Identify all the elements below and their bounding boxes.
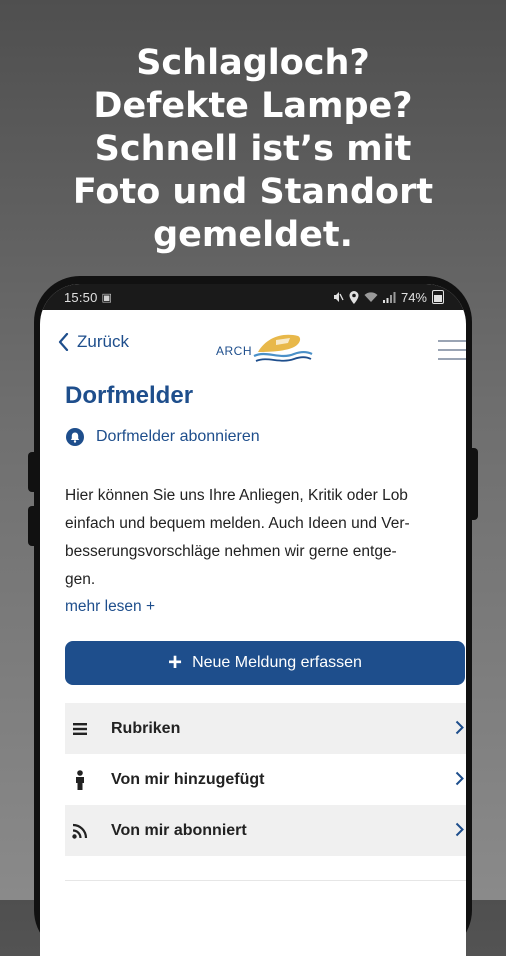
rss-icon: [69, 823, 91, 839]
headline-line: gemeldet.: [153, 215, 353, 255]
menu-item-rubriken[interactable]: Rubriken: [65, 703, 466, 754]
chevron-left-icon: [58, 333, 69, 351]
location-icon: [349, 290, 359, 304]
bell-icon: [66, 428, 84, 446]
description-line: besserungsvorschläge nehmen wir gerne en…: [65, 543, 397, 560]
back-button[interactable]: Zurück: [58, 332, 129, 352]
description-line: gen.: [65, 571, 96, 588]
description-line: Hier können Sie uns Ihre Anliegen, Kriti…: [65, 487, 408, 504]
chevron-right-icon: [455, 822, 464, 837]
menu-item-subscribed-by-me[interactable]: Von mir abonniert: [65, 805, 466, 856]
menu-item-label: Von mir abonniert: [111, 821, 247, 839]
phone-frame: 15:50 ▣ 74% Zurück ARCH Dorfmelder Dorfm…: [34, 276, 472, 956]
arch-logo: ARCH: [214, 330, 314, 366]
new-report-label: Neue Meldung erfassen: [192, 654, 362, 671]
headline-line: Defekte Lampe?: [93, 86, 413, 126]
plus-icon: +: [168, 649, 183, 676]
headline-line: Schnell ist’s mit: [94, 129, 412, 169]
chevron-right-icon: [455, 771, 464, 786]
back-label: Zurück: [77, 332, 129, 351]
wifi-icon: [364, 291, 378, 302]
subscribe-label: Dorfmelder abonnieren: [96, 428, 260, 445]
category-menu: Rubriken Von mir hinzugefügt Von mir abo…: [65, 703, 466, 856]
chevron-right-icon: [455, 720, 464, 735]
promo-headline: Schlagloch? Defekte Lampe? Schnell ist’s…: [0, 42, 506, 257]
sim-icon: ▣: [101, 291, 112, 304]
menu-item-label: Von mir hinzugefügt: [111, 770, 265, 788]
phone-screen: 15:50 ▣ 74% Zurück ARCH Dorfmelder Dorfm…: [40, 284, 466, 956]
signal-icon: [382, 291, 396, 303]
app-navbar: Zurück ARCH: [40, 310, 466, 372]
person-icon: [69, 769, 91, 790]
subscribe-button[interactable]: Dorfmelder abonnieren: [66, 428, 260, 446]
headline-line: Foto und Standort: [72, 172, 434, 212]
page-title: Dorfmelder: [65, 382, 194, 409]
battery-icon: [432, 290, 444, 304]
battery-percent: 74%: [400, 289, 427, 305]
description-text: Hier können Sie uns Ihre Anliegen, Kriti…: [65, 482, 461, 594]
divider: [65, 880, 466, 881]
menu-item-added-by-me[interactable]: Von mir hinzugefügt: [65, 754, 466, 805]
logo-graphic: [253, 334, 313, 362]
new-report-button[interactable]: + Neue Meldung erfassen: [65, 641, 465, 685]
headline-line: Schlagloch?: [136, 43, 370, 83]
description-line: einfach und bequem melden. Auch Ideen un…: [65, 515, 410, 532]
mute-icon: [333, 292, 344, 302]
status-bar: 15:50 ▣ 74%: [40, 284, 466, 310]
menu-hamburger-button[interactable]: [438, 340, 466, 360]
status-time: 15:50: [64, 289, 98, 305]
list-icon: [69, 722, 91, 736]
read-more-link[interactable]: mehr lesen +: [65, 598, 155, 616]
menu-item-label: Rubriken: [111, 719, 181, 737]
